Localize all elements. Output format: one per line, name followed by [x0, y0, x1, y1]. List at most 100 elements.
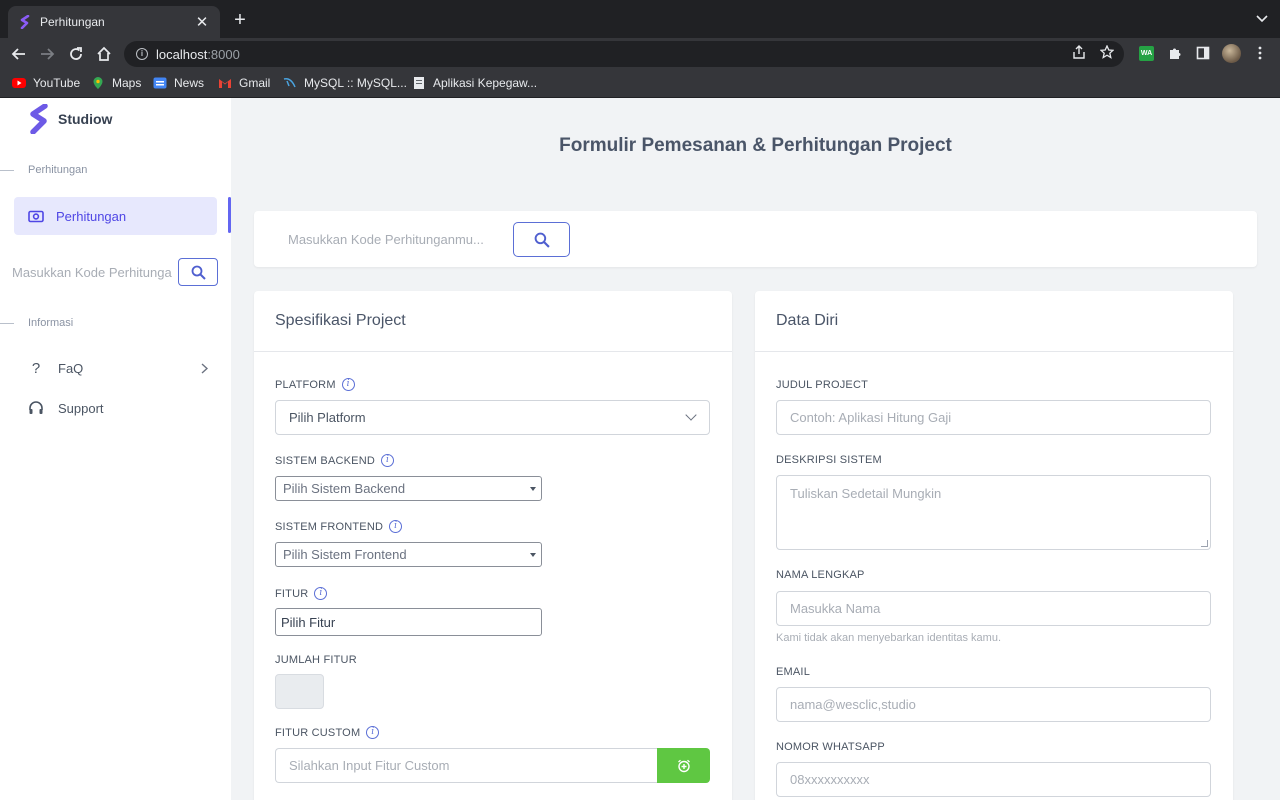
frontend-label: SISTEM FRONTEND i — [275, 520, 403, 533]
sidebar-search-button[interactable] — [178, 258, 218, 286]
tab-close-icon[interactable]: ✕ — [194, 13, 210, 31]
menu-section-perhitungan: Perhitungan — [0, 164, 87, 176]
fitur-input[interactable]: Pilih Fitur — [275, 608, 542, 636]
jumlah-fitur-field — [275, 674, 324, 709]
bookmark-youtube[interactable]: YouTube — [12, 76, 80, 90]
email-input[interactable]: nama@wesclic,studio — [776, 687, 1211, 722]
tab-search-chevron-icon[interactable] — [1256, 12, 1268, 26]
select-value: Pilih Sistem Frontend — [283, 547, 407, 562]
sidebar: Studiow Perhitungan Perhitungan Informas… — [0, 98, 231, 800]
camera-icon — [28, 210, 44, 223]
search-input[interactable] — [274, 223, 496, 255]
bookmark-aplikasi[interactable]: Aplikasi Kepegaw... — [412, 76, 537, 90]
section-divider — [0, 169, 14, 171]
sidebar-item-perhitungan[interactable]: Perhitungan — [14, 197, 217, 235]
bookmark-gmail[interactable]: Gmail — [218, 76, 270, 90]
nama-input[interactable]: Masukka Nama — [776, 591, 1211, 626]
judul-project-input[interactable]: Contoh: Aplikasi Hitung Gaji — [776, 400, 1211, 435]
search-card — [254, 211, 1257, 267]
section-label: Perhitungan — [28, 164, 88, 176]
new-tab-icon[interactable]: + — [230, 10, 250, 30]
browser-menu-icon[interactable] — [1255, 46, 1265, 60]
back-icon[interactable] — [9, 44, 29, 64]
site-info-icon[interactable]: i — [136, 48, 148, 60]
select-value: Pilih Platform — [289, 410, 366, 425]
home-icon[interactable] — [94, 44, 114, 64]
whatsapp-label: NOMOR WHATSAPP — [776, 741, 885, 753]
platform-label: PLATFORM i — [275, 378, 355, 391]
section-label: Informasi — [28, 317, 74, 329]
sidebar-item-support[interactable]: Support — [28, 396, 208, 420]
whatsapp-extension-icon[interactable]: WA — [1139, 46, 1154, 61]
browser-tabbar: Perhitungan ✕ + — [0, 0, 1280, 38]
info-icon[interactable]: i — [389, 520, 403, 533]
deskripsi-label: DESKRIPSI SISTEM — [776, 454, 882, 466]
forward-icon[interactable] — [37, 44, 57, 64]
nama-help-text: Kami tidak akan menyebarkan identitas ka… — [776, 632, 1002, 644]
field-label: NOMOR WHATSAPP — [776, 741, 885, 753]
judul-project-label: JUDUL PROJECT — [776, 379, 868, 391]
youtube-icon — [12, 78, 26, 88]
jumlah-fitur-label: JUMLAH FITUR — [275, 654, 357, 666]
sidebar-search-input[interactable] — [12, 258, 172, 286]
backend-select[interactable]: Pilih Sistem Backend — [275, 476, 542, 501]
bookmark-star-icon[interactable] — [1100, 45, 1114, 59]
sidebar-item-label: FaQ — [58, 360, 84, 376]
sidebar-item-label: Perhitungan — [56, 208, 127, 224]
reload-icon[interactable] — [66, 44, 86, 64]
bookmarks-bar: YouTube Maps News Gmail MySQL :: MySQL..… — [0, 70, 1280, 98]
profile-avatar[interactable] — [1222, 44, 1241, 63]
info-icon[interactable]: i — [381, 454, 394, 467]
browser-toolbar: i localhost:8000 — [0, 38, 1280, 70]
field-label: EMAIL — [776, 666, 811, 678]
card-title: Spesifikasi Project — [254, 291, 732, 352]
share-icon[interactable] — [1072, 45, 1086, 59]
field-label: SISTEM BACKEND — [275, 454, 375, 467]
chevron-right-icon — [201, 362, 208, 374]
field-label: DESKRIPSI SISTEM — [776, 454, 882, 466]
info-icon[interactable]: i — [366, 726, 380, 739]
search-icon — [191, 265, 206, 280]
url-host: localhost — [156, 46, 208, 62]
maps-pin-icon — [93, 77, 103, 89]
bookmark-news[interactable]: News — [153, 76, 204, 90]
url-port: :8000 — [207, 46, 240, 62]
bookmark-label: Aplikasi Kepegaw... — [433, 76, 538, 90]
search-button[interactable] — [513, 222, 570, 257]
field-label: JUDUL PROJECT — [776, 379, 869, 391]
bookmark-label: Maps — [112, 76, 142, 90]
caret-down-icon — [530, 487, 536, 491]
input-placeholder: nama@wesclic,studio — [790, 697, 916, 712]
headset-icon — [29, 401, 43, 414]
add-fitur-custom-button[interactable] — [657, 748, 710, 783]
sidebar-item-faq[interactable]: ? FaQ — [28, 356, 208, 380]
bookmark-mysql[interactable]: MySQL :: MySQL... — [283, 76, 407, 90]
bookmark-label: MySQL :: MySQL... — [304, 76, 407, 90]
brand-logo[interactable]: Studiow — [28, 104, 112, 134]
resize-handle[interactable] — [1201, 540, 1208, 547]
news-icon — [153, 77, 167, 89]
email-label: EMAIL — [776, 666, 810, 678]
card-title: Data Diri — [755, 291, 1233, 352]
section-divider — [0, 322, 14, 324]
side-panel-icon[interactable] — [1196, 46, 1210, 60]
field-label: FITUR — [275, 587, 309, 600]
project-spec-card: Spesifikasi Project PLATFORM i Pilih Pla… — [254, 291, 732, 800]
info-icon[interactable]: i — [314, 587, 328, 600]
main-content: Formulir Pemesanan & Perhitungan Project… — [231, 98, 1280, 800]
add-alarm-icon — [677, 759, 690, 772]
textarea-placeholder: Tuliskan Sedetail Mungkin — [790, 486, 942, 501]
platform-select[interactable]: Pilih Platform — [275, 400, 710, 435]
info-icon[interactable]: i — [341, 378, 355, 391]
address-bar[interactable]: i localhost:8000 — [124, 41, 1124, 67]
frontend-select[interactable]: Pilih Sistem Frontend — [275, 542, 542, 567]
bookmark-maps[interactable]: Maps — [91, 76, 141, 90]
fitur-custom-input[interactable]: Silahkan Input Fitur Custom — [275, 748, 657, 783]
deskripsi-textarea[interactable]: Tuliskan Sedetail Mungkin — [776, 475, 1211, 550]
menu-section-informasi: Informasi — [0, 317, 73, 329]
extensions-puzzle-icon[interactable] — [1168, 46, 1182, 60]
sidebar-search — [12, 258, 220, 286]
search-icon — [534, 232, 550, 248]
browser-tab[interactable]: Perhitungan ✕ — [8, 6, 220, 38]
whatsapp-input[interactable]: 08xxxxxxxxxx — [776, 762, 1211, 797]
